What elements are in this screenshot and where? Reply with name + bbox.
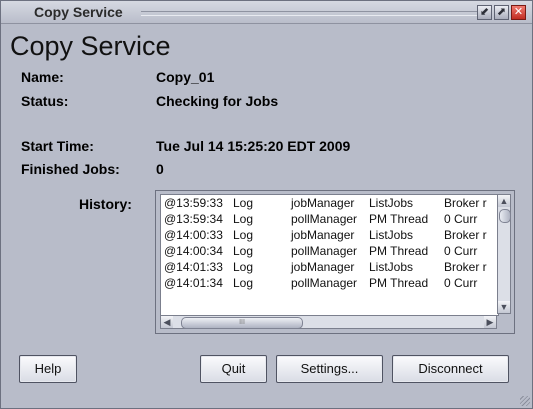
history-cell-time: @14:00:34 [164, 244, 223, 258]
history-row[interactable]: @14:00:34 Log pollManager PM Thread 0 Curr [161, 243, 498, 259]
history-row[interactable]: @13:59:33 Log jobManager ListJobs Broker r [161, 195, 498, 211]
history-cell-message: Broker r [444, 260, 487, 274]
history-cell-detail: PM Thread [369, 244, 429, 258]
start-time-label: Start Time: [21, 138, 94, 154]
finished-jobs-label: Finished Jobs: [21, 161, 120, 177]
history-cell-source: pollManager [291, 212, 358, 226]
history-cell-source: jobManager [291, 260, 355, 274]
quit-button[interactable]: Quit [200, 355, 267, 383]
start-time-value: Tue Jul 14 15:25:20 EDT 2009 [156, 138, 351, 154]
history-cell-detail: PM Thread [369, 276, 429, 290]
history-cell-source: pollManager [291, 276, 358, 290]
history-cell-source: pollManager [291, 244, 358, 258]
scroll-right-icon[interactable]: ▶ [484, 316, 496, 328]
scroll-left-icon[interactable]: ◀ [161, 316, 173, 328]
window-title: Copy Service [34, 4, 123, 20]
page-title: Copy Service [10, 31, 171, 61]
history-log-list[interactable]: @13:59:33 Log jobManager ListJobs Broker r @1… [160, 194, 499, 316]
history-row[interactable]: @14:00:33 Log jobManager ListJobs Broker r [161, 227, 498, 243]
finished-jobs-value: 0 [156, 161, 164, 177]
settings-button[interactable]: Settings... [276, 355, 383, 383]
title-bar-grip [141, 11, 479, 16]
horizontal-scroll-thumb[interactable]: III [181, 317, 303, 329]
close-icon[interactable]: ✕ [511, 5, 526, 20]
disconnect-button[interactable]: Disconnect [392, 355, 509, 383]
history-cell-message: Broker r [444, 196, 487, 210]
name-value: Copy_01 [156, 69, 215, 85]
history-cell-type: Log [233, 228, 254, 242]
history-cell-detail: ListJobs [369, 196, 414, 210]
history-cell-type: Log [233, 212, 254, 226]
maximize-icon[interactable]: ⬈ [494, 5, 509, 20]
copy-service-window: Copy Service ⬋ ⬈ ✕ Copy Service Name: Co… [0, 0, 533, 409]
history-cell-time: @14:01:34 [164, 276, 223, 290]
history-cell-detail: ListJobs [369, 260, 414, 274]
history-panel: @13:59:33 Log jobManager ListJobs Broker r @1… [155, 190, 515, 334]
history-cell-type: Log [233, 276, 254, 290]
history-vertical-scrollbar[interactable]: ▲ ▼ [497, 194, 511, 314]
history-cell-time: @13:59:34 [164, 212, 223, 226]
scroll-up-icon[interactable]: ▲ [498, 195, 510, 207]
history-row[interactable]: @13:59:34 Log pollManager PM Thread 0 Curr [161, 211, 498, 227]
status-label: Status: [21, 93, 69, 109]
history-cell-type: Log [233, 244, 254, 258]
history-cell-time: @14:00:33 [164, 228, 223, 242]
history-label: History: [79, 196, 132, 212]
history-cell-type: Log [233, 260, 254, 274]
history-cell-message: 0 Curr [444, 212, 478, 226]
history-cell-detail: ListJobs [369, 228, 414, 242]
vertical-scroll-thumb[interactable] [499, 209, 511, 223]
history-cell-detail: PM Thread [369, 212, 429, 226]
history-cell-message: 0 Curr [444, 244, 478, 258]
history-row[interactable]: @14:01:33 Log jobManager ListJobs Broker r [161, 259, 498, 275]
history-cell-time: @14:01:33 [164, 260, 223, 274]
history-cell-time: @13:59:33 [164, 196, 223, 210]
minimize-icon[interactable]: ⬋ [477, 5, 492, 20]
name-label: Name: [21, 69, 64, 85]
history-cell-message: Broker r [444, 228, 487, 242]
help-button[interactable]: Help [19, 355, 77, 383]
scroll-down-icon[interactable]: ▼ [498, 301, 510, 313]
history-cell-source: jobManager [291, 228, 355, 242]
history-cell-message: 0 Curr [444, 276, 478, 290]
history-cell-type: Log [233, 196, 254, 210]
title-bar[interactable]: Copy Service ⬋ ⬈ ✕ [1, 1, 532, 24]
status-value: Checking for Jobs [156, 93, 279, 109]
history-row[interactable]: @14:01:34 Log pollManager PM Thread 0 Curr [161, 275, 498, 291]
history-cell-source: jobManager [291, 196, 355, 210]
resize-grip[interactable] [520, 396, 530, 406]
history-horizontal-scrollbar[interactable]: ◀ III ▶ [160, 315, 497, 329]
